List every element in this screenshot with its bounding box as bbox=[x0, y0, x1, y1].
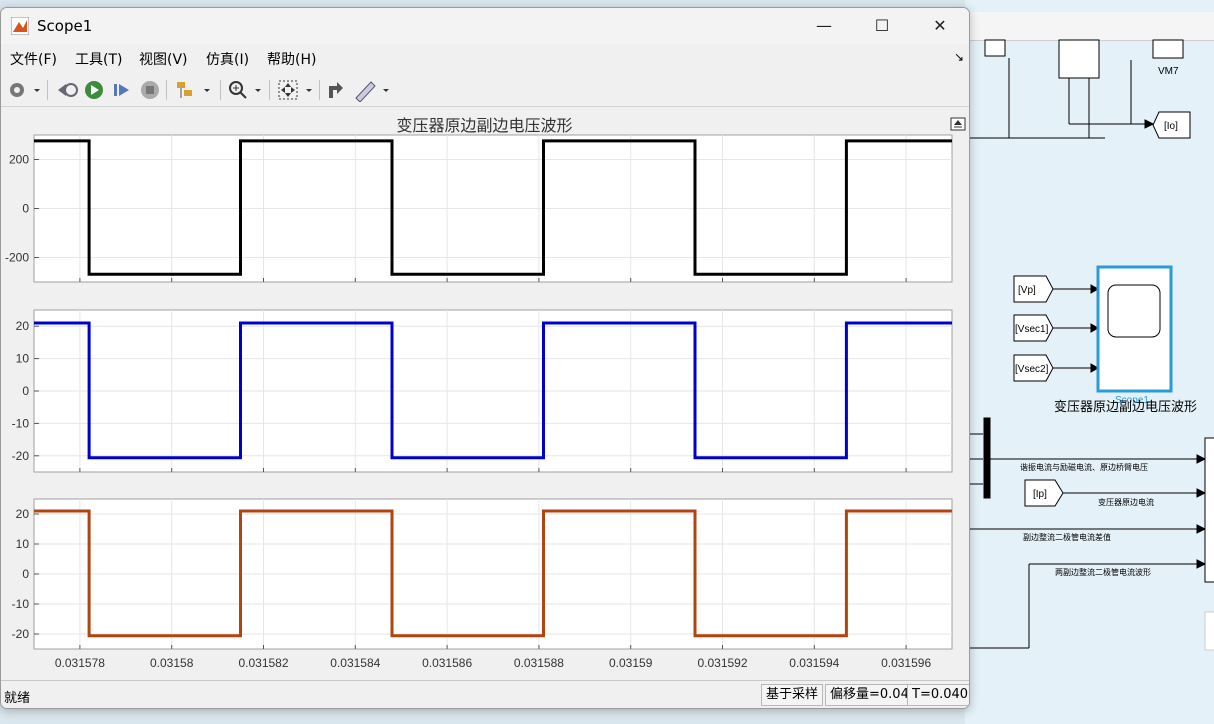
x-tick-label: 0.031578 bbox=[55, 656, 105, 670]
block-measure[interactable] bbox=[1058, 39, 1100, 79]
x-tick-label: 0.031594 bbox=[789, 656, 839, 670]
minimize-button[interactable]: — bbox=[795, 8, 853, 44]
measurements-icon[interactable] bbox=[353, 78, 393, 102]
label-sig2: 变压器原边电流 bbox=[1098, 497, 1154, 507]
maximize-button[interactable]: ☐ bbox=[853, 8, 911, 44]
scope1-screen bbox=[1107, 284, 1161, 338]
menu-simulation[interactable]: 仿真(I) bbox=[206, 49, 249, 69]
x-tick-label: 0.031582 bbox=[238, 656, 288, 670]
block-vm7[interactable] bbox=[1152, 39, 1184, 59]
label-io: [Io] bbox=[1164, 121, 1178, 132]
y-tick-label: 0 bbox=[22, 567, 29, 581]
close-button[interactable]: ✕ bbox=[911, 8, 969, 44]
menu-tools[interactable]: 工具(T) bbox=[75, 49, 122, 69]
offset-indicator: 偏移量=0.04 bbox=[825, 684, 914, 706]
y-tick-label: 0 bbox=[22, 384, 29, 398]
settings-gear-icon[interactable] bbox=[7, 78, 41, 102]
y-tick-label: -10 bbox=[12, 416, 30, 430]
menu-file[interactable]: 文件(F) bbox=[10, 49, 57, 69]
scope-window: Scope1 — ☐ ✕ 文件(F) 工具(T) 视图(V) 仿真(I) 帮助(… bbox=[0, 7, 970, 709]
label-sig1: 谐振电流与励磁电流、原边桥臂电压 bbox=[1020, 462, 1148, 472]
right-small-block[interactable] bbox=[1204, 611, 1214, 651]
dock-icon[interactable]: ↘ bbox=[954, 50, 964, 64]
x-tick-label: 0.031584 bbox=[330, 656, 380, 670]
x-tick-label: 0.03159 bbox=[609, 656, 653, 670]
y-tick-label: -20 bbox=[12, 449, 30, 463]
maximize-icon: ☐ bbox=[874, 16, 890, 35]
autoscale-icon[interactable] bbox=[276, 78, 316, 102]
menu-bar: 文件(F) 工具(T) 视图(V) 仿真(I) 帮助(H) ↘ bbox=[1, 46, 969, 70]
y-tick-label: -200 bbox=[5, 251, 29, 265]
close-icon: ✕ bbox=[933, 16, 947, 35]
label-vm7: VM7 bbox=[1158, 66, 1179, 77]
block-top-left[interactable] bbox=[984, 39, 1006, 57]
label-scope-caption: 变压器原边副边电压波形 bbox=[1054, 399, 1197, 414]
matlab-logo-icon bbox=[11, 17, 29, 35]
status-bar: 就绪 基于采样 偏移量=0.04 T=0.040 bbox=[1, 680, 969, 708]
label-sig4: 两副边整流二极管电流波形 bbox=[1055, 567, 1151, 577]
toolbar-separator bbox=[220, 80, 221, 100]
toolbar-separator bbox=[47, 80, 48, 100]
step-back-icon[interactable] bbox=[56, 78, 78, 102]
x-tick-label: 0.031586 bbox=[422, 656, 472, 670]
toolbar-separator bbox=[166, 80, 167, 100]
label-ip: [Ip] bbox=[1033, 489, 1047, 500]
highlight-simulink-block-icon[interactable] bbox=[325, 78, 347, 102]
scope-plots: 2000-20020100-10-200.031578 0.03158 0.0315… bbox=[5, 134, 953, 670]
status-text: 就绪 bbox=[4, 691, 31, 706]
signal-selector-icon[interactable] bbox=[174, 78, 214, 102]
window-title: Scope1 bbox=[37, 17, 93, 35]
label-vsec2: [Vsec2] bbox=[1015, 364, 1049, 375]
toolbar-separator bbox=[319, 80, 320, 100]
y-tick-label: 0 bbox=[22, 202, 29, 216]
plot-area: 变压器原边副边电压波形 200 0 -200 20 10 0 -10 -20 0.031578 0… bbox=[2, 107, 967, 675]
x-tick-label: 0.03158 bbox=[150, 656, 194, 670]
menu-view[interactable]: 视图(V) bbox=[139, 49, 188, 69]
time-indicator: T=0.040 bbox=[907, 684, 969, 706]
y-tick-label: 10 bbox=[16, 352, 30, 366]
x-tick-label: 0.031588 bbox=[514, 656, 564, 670]
y-tick-label: -20 bbox=[12, 627, 30, 641]
title-bar[interactable]: Scope1 — ☐ ✕ bbox=[1, 8, 969, 44]
x-tick-label: 0.031596 bbox=[881, 656, 931, 670]
mux-block[interactable] bbox=[983, 417, 991, 499]
label-vsec1: [Vsec1] bbox=[1015, 324, 1049, 335]
y-tick-label: 10 bbox=[16, 537, 30, 551]
x-tick-label: 0.031592 bbox=[697, 656, 747, 670]
stop-icon[interactable] bbox=[139, 78, 161, 102]
step-forward-icon[interactable] bbox=[111, 78, 133, 102]
y-tick-label: 20 bbox=[16, 507, 30, 521]
y-tick-label: -10 bbox=[12, 597, 30, 611]
right-scope-block[interactable] bbox=[1204, 437, 1214, 583]
menu-help[interactable]: 帮助(H) bbox=[267, 49, 316, 69]
run-icon[interactable] bbox=[83, 78, 105, 102]
y-tick-label: 200 bbox=[9, 153, 29, 167]
zoom-in-icon[interactable] bbox=[227, 78, 265, 102]
toolbar-separator bbox=[269, 80, 270, 100]
label-sig3: 副边整流二极管电流差值 bbox=[1023, 532, 1111, 542]
y-tick-label: 20 bbox=[16, 319, 30, 333]
label-vp: [Vp] bbox=[1018, 285, 1036, 296]
simulink-diagram: VM7 [Io] [Vp] [Vsec1] [Vsec2] Scope1 变压器… bbox=[965, 39, 1214, 651]
toolbar bbox=[1, 74, 969, 107]
minimize-icon: — bbox=[816, 16, 832, 35]
sample-mode-indicator: 基于采样 bbox=[761, 684, 824, 706]
